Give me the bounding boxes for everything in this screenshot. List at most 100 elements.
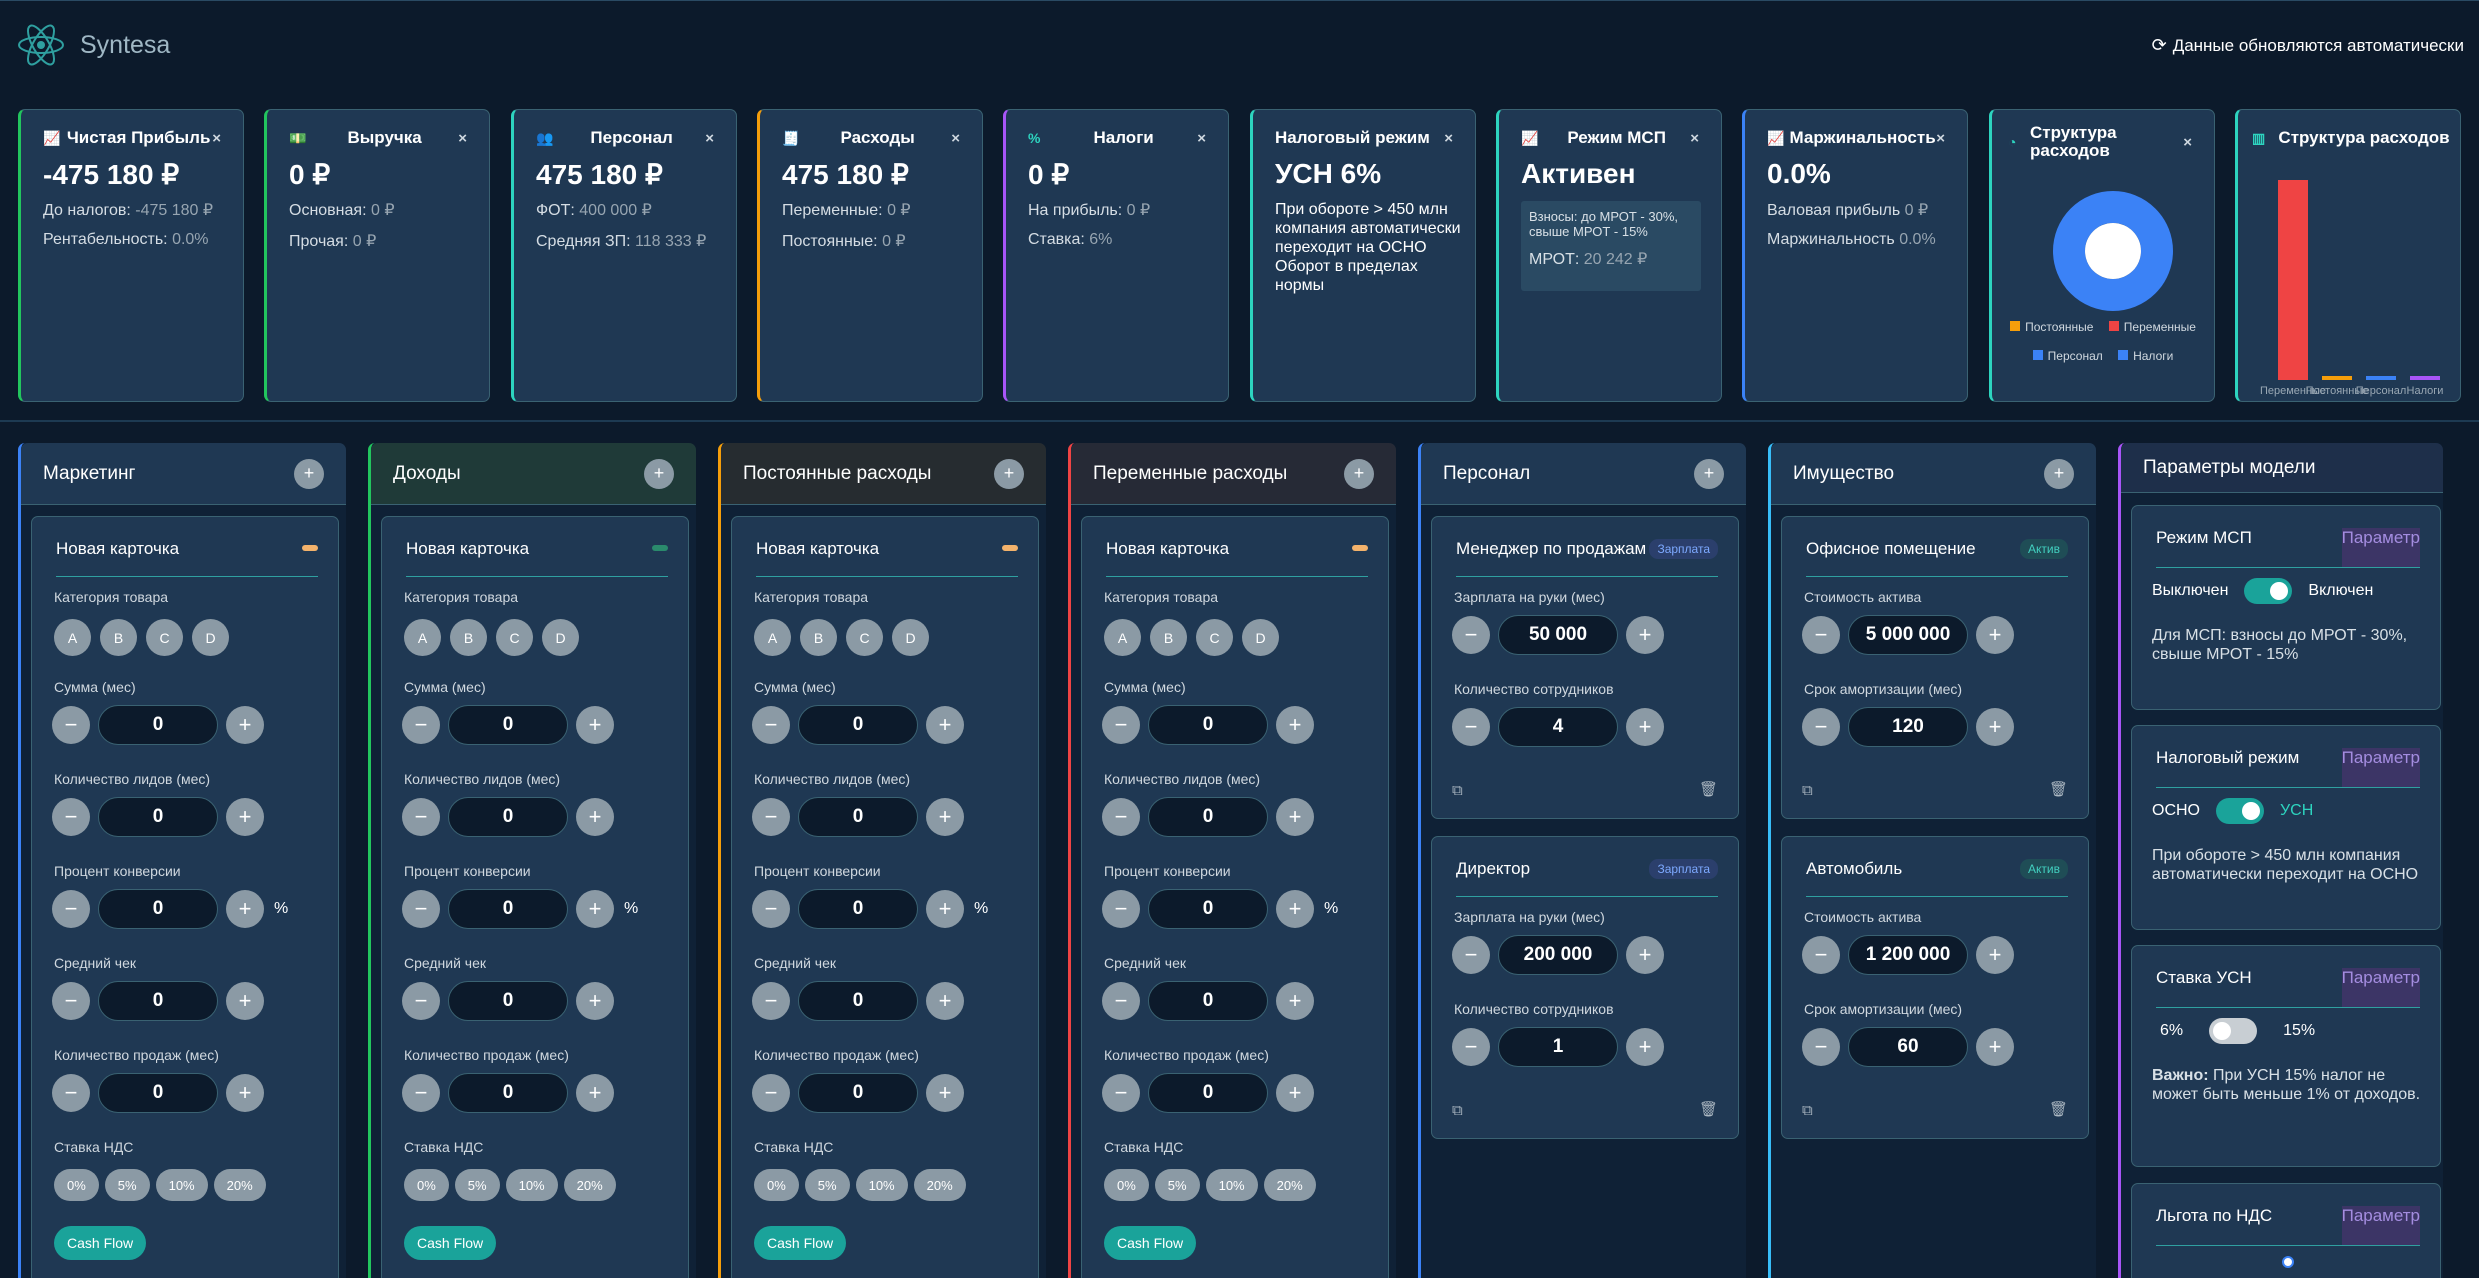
value-input[interactable]: 120 <box>1848 707 1968 747</box>
increment-button[interactable]: + <box>576 1074 614 1112</box>
category-option[interactable]: D <box>892 619 929 656</box>
increment-button[interactable]: + <box>1976 708 2014 746</box>
cash-flow-button[interactable]: Cash Flow <box>404 1226 497 1260</box>
increment-button[interactable]: + <box>926 982 964 1020</box>
decrement-button[interactable]: − <box>752 982 790 1020</box>
vat-option[interactable]: 10% <box>505 1169 558 1201</box>
vat-option[interactable]: 20% <box>1263 1169 1316 1201</box>
value-input[interactable]: 0 <box>98 1073 218 1113</box>
category-option[interactable]: B <box>1150 619 1187 656</box>
add-card-button[interactable]: + <box>2044 458 2074 489</box>
increment-button[interactable]: + <box>926 798 964 836</box>
close-icon[interactable]: × <box>1936 130 1945 147</box>
increment-button[interactable]: + <box>1626 708 1664 746</box>
category-option[interactable]: A <box>54 619 91 656</box>
decrement-button[interactable]: − <box>1102 890 1140 928</box>
value-input[interactable]: 4 <box>1498 707 1618 747</box>
decrement-button[interactable]: − <box>1802 936 1840 974</box>
decrement-button[interactable]: − <box>402 890 440 928</box>
category-option[interactable]: D <box>542 619 579 656</box>
vat-option[interactable]: 0% <box>404 1169 449 1201</box>
increment-button[interactable]: + <box>1276 798 1314 836</box>
category-option[interactable]: C <box>1196 619 1233 656</box>
increment-button[interactable]: + <box>1276 706 1314 744</box>
value-input[interactable]: 0 <box>1148 797 1268 837</box>
collapse-icon[interactable] <box>1352 545 1368 551</box>
category-option[interactable]: C <box>846 619 883 656</box>
value-input[interactable]: 0 <box>798 981 918 1021</box>
close-icon[interactable]: × <box>2183 134 2192 151</box>
value-input[interactable]: 0 <box>798 705 918 745</box>
cash-flow-button[interactable]: Cash Flow <box>54 1226 147 1260</box>
value-input[interactable]: 0 <box>1148 981 1268 1021</box>
decrement-button[interactable]: − <box>52 798 90 836</box>
increment-button[interactable]: + <box>926 706 964 744</box>
value-input[interactable]: 60 <box>1848 1027 1968 1067</box>
decrement-button[interactable]: − <box>752 798 790 836</box>
decrement-button[interactable]: − <box>1102 706 1140 744</box>
decrement-button[interactable]: − <box>752 1074 790 1112</box>
radio-icon[interactable] <box>2282 1256 2294 1268</box>
collapse-icon[interactable] <box>1002 545 1018 551</box>
decrement-button[interactable]: − <box>1452 1028 1490 1066</box>
decrement-button[interactable]: − <box>1802 708 1840 746</box>
value-input[interactable]: 0 <box>1148 889 1268 929</box>
decrement-button[interactable]: − <box>402 706 440 744</box>
decrement-button[interactable]: − <box>52 890 90 928</box>
vat-option[interactable]: 10% <box>155 1169 208 1201</box>
close-icon[interactable]: × <box>212 130 221 147</box>
value-input[interactable]: 0 <box>798 1073 918 1113</box>
value-input[interactable]: 0 <box>98 981 218 1021</box>
value-input[interactable]: 0 <box>448 1073 568 1113</box>
trash-icon[interactable]: 🗑 <box>2049 1100 2068 1118</box>
close-icon[interactable]: × <box>1197 130 1206 147</box>
vat-option[interactable]: 20% <box>213 1169 266 1201</box>
msp-toggle[interactable] <box>2244 578 2293 604</box>
increment-button[interactable]: + <box>226 1074 264 1112</box>
value-input[interactable]: 0 <box>448 981 568 1021</box>
value-input[interactable]: 50 000 <box>1498 615 1618 655</box>
increment-button[interactable]: + <box>576 798 614 836</box>
decrement-button[interactable]: − <box>1452 936 1490 974</box>
category-option[interactable]: A <box>754 619 791 656</box>
increment-button[interactable]: + <box>576 982 614 1020</box>
trash-icon[interactable]: 🗑 <box>1699 1100 1718 1118</box>
copy-icon[interactable]: ⧉ <box>1802 782 1813 799</box>
vat-option[interactable]: 20% <box>913 1169 966 1201</box>
category-option[interactable]: A <box>404 619 441 656</box>
category-option[interactable]: B <box>800 619 837 656</box>
collapse-icon[interactable] <box>652 545 668 551</box>
cash-flow-button[interactable]: Cash Flow <box>1104 1226 1197 1260</box>
add-card-button[interactable]: + <box>994 458 1024 489</box>
increment-button[interactable]: + <box>1626 1028 1664 1066</box>
copy-icon[interactable]: ⧉ <box>1452 1102 1463 1119</box>
close-icon[interactable]: × <box>458 130 467 147</box>
decrement-button[interactable]: − <box>1452 616 1490 654</box>
decrement-button[interactable]: − <box>402 1074 440 1112</box>
copy-icon[interactable]: ⧉ <box>1802 1102 1813 1119</box>
vat-option[interactable]: 20% <box>563 1169 616 1201</box>
close-icon[interactable]: × <box>951 130 960 147</box>
value-input[interactable]: 0 <box>98 797 218 837</box>
trash-icon[interactable]: 🗑 <box>1699 780 1718 798</box>
category-option[interactable]: A <box>1104 619 1141 656</box>
vat-option[interactable]: 5% <box>804 1169 850 1201</box>
decrement-button[interactable]: − <box>402 982 440 1020</box>
increment-button[interactable]: + <box>1976 616 2014 654</box>
add-card-button[interactable]: + <box>1344 458 1374 489</box>
category-option[interactable]: C <box>496 619 533 656</box>
vat-option[interactable]: 0% <box>754 1169 799 1201</box>
decrement-button[interactable]: − <box>52 982 90 1020</box>
vat-option[interactable]: 0% <box>54 1169 99 1201</box>
decrement-button[interactable]: − <box>402 798 440 836</box>
vat-option[interactable]: 10% <box>855 1169 908 1201</box>
close-icon[interactable]: × <box>1690 130 1699 147</box>
value-input[interactable]: 0 <box>798 889 918 929</box>
collapse-icon[interactable] <box>302 545 318 551</box>
decrement-button[interactable]: − <box>52 1074 90 1112</box>
tax-regime-toggle[interactable] <box>2216 798 2264 824</box>
close-icon[interactable]: × <box>705 130 714 147</box>
decrement-button[interactable]: − <box>752 706 790 744</box>
vat-option[interactable]: 5% <box>104 1169 150 1201</box>
value-input[interactable]: 0 <box>1148 1073 1268 1113</box>
